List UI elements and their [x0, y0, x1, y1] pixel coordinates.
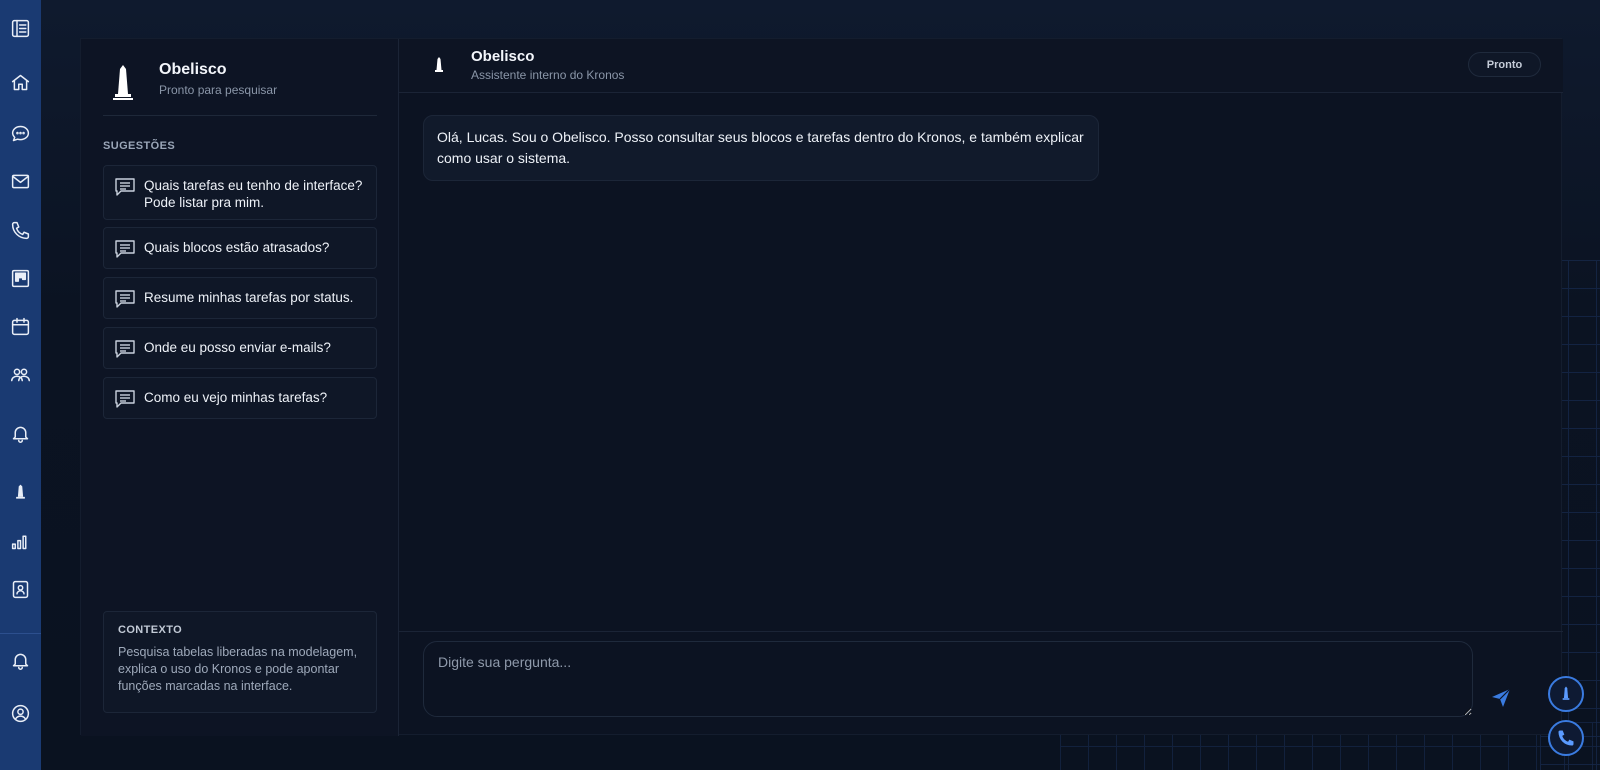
kanban-icon[interactable] [8, 266, 33, 291]
chat-bubble-icon[interactable] [8, 121, 33, 146]
mail-icon[interactable] [8, 169, 33, 194]
question-input[interactable] [423, 641, 1473, 717]
rail-divider [0, 633, 41, 634]
send-button[interactable] [1489, 686, 1513, 710]
phone-fab[interactable] [1548, 720, 1584, 756]
sidebar-title: Obelisco [159, 61, 227, 78]
chat-header: Obelisco Assistente interno do Kronos Pr… [399, 39, 1563, 93]
home-icon[interactable] [8, 70, 33, 95]
notification-bell-icon[interactable] [8, 648, 33, 673]
assistant-panel: Obelisco Pronto para pesquisar SUGESTÕES… [80, 38, 1563, 736]
message-icon [114, 238, 136, 260]
suggestion-label: Como eu vejo minhas tarefas? [144, 390, 328, 405]
suggestion-item[interactable]: Onde eu posso enviar e-mails? [103, 327, 377, 369]
context-heading: CONTEXTO [118, 624, 183, 636]
sidebar-subtitle: Pronto para pesquisar [159, 83, 278, 97]
chat-title: Obelisco [471, 48, 535, 65]
suggestion-label: Quais blocos estão atrasados? [144, 240, 330, 255]
chat-subtitle: Assistente interno do Kronos [471, 68, 625, 82]
context-body: Pesquisa tabelas liberadas na modelagem,… [118, 645, 358, 693]
bar-chart-icon[interactable] [8, 529, 33, 554]
phone-icon[interactable] [8, 218, 33, 243]
suggestion-item[interactable]: Quais tarefas eu tenho de interface? Pod… [103, 165, 377, 220]
chat-area: Obelisco Assistente interno do Kronos Pr… [399, 39, 1563, 736]
obelisk-icon[interactable] [8, 480, 33, 505]
status-badge: Pronto [1468, 52, 1541, 77]
user-profile-icon[interactable] [8, 701, 33, 726]
suggestions-heading: SUGESTÕES [103, 140, 176, 152]
obelisk-logo-icon [103, 62, 143, 104]
sidebar-divider [103, 115, 377, 116]
suggestion-item[interactable]: Como eu vejo minhas tarefas? [103, 377, 377, 419]
suggestion-label: Resume minhas tarefas por status. [144, 290, 354, 305]
contact-card-icon[interactable] [8, 577, 33, 602]
composer [399, 631, 1563, 736]
send-icon [1492, 688, 1511, 707]
message-icon [114, 338, 136, 360]
suggestion-item[interactable]: Quais blocos estão atrasados? [103, 227, 377, 269]
message-icon [114, 388, 136, 410]
suggestion-label: Onde eu posso enviar e-mails? [144, 340, 331, 355]
suggestion-label: Quais tarefas eu tenho de interface? Pod… [144, 178, 363, 210]
calendar-icon[interactable] [8, 314, 33, 339]
context-card: CONTEXTO Pesquisa tabelas liberadas na m… [103, 611, 377, 713]
assistant-message: Olá, Lucas. Sou o Obelisco. Posso consul… [423, 115, 1099, 181]
assistant-fab[interactable] [1548, 676, 1584, 712]
message-icon [114, 176, 136, 198]
brand-header: Obelisco Pronto para pesquisar [103, 61, 383, 105]
assistant-sidebar: Obelisco Pronto para pesquisar SUGESTÕES… [81, 39, 399, 736]
nav-rail [0, 0, 41, 770]
obelisk-icon [1562, 686, 1570, 700]
message-icon [114, 288, 136, 310]
obelisk-icon [427, 53, 451, 77]
team-icon[interactable] [8, 362, 33, 387]
bell-icon[interactable] [8, 421, 33, 446]
phone-icon [1558, 730, 1574, 746]
document-list-icon[interactable] [8, 16, 33, 41]
suggestion-item[interactable]: Resume minhas tarefas por status. [103, 277, 377, 319]
